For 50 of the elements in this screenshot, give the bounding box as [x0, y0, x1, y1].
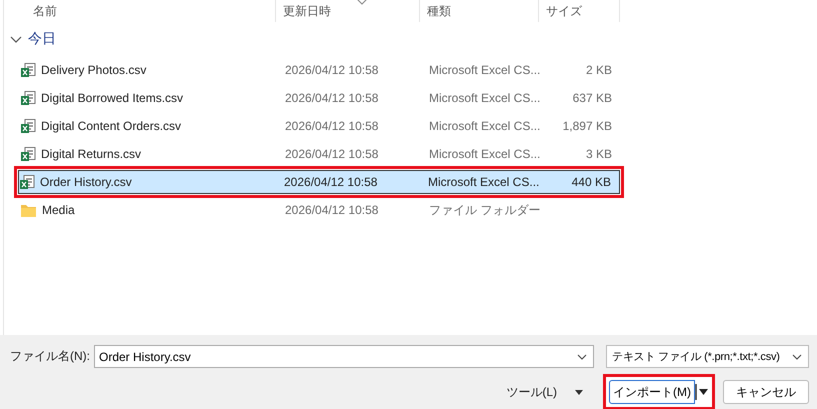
- file-type: Microsoft Excel CS...: [427, 175, 536, 189]
- import-button[interactable]: インポート(M): [609, 380, 695, 404]
- tools-menu[interactable]: ツール(L): [506, 384, 557, 400]
- file-name: Digital Returns.csv: [41, 147, 142, 161]
- cancel-button[interactable]: キャンセル: [723, 380, 809, 404]
- modified-date: 2026/04/12 10:58: [284, 91, 380, 105]
- file-name: Order History.csv: [40, 175, 132, 189]
- file-size: 3 KB: [584, 147, 613, 161]
- modified-date: 2026/04/12 10:58: [284, 63, 380, 77]
- modified-date: 2026/04/12 10:58: [284, 119, 380, 133]
- file-type-dropdown[interactable]: テキスト ファイル (*.prn;*.txt;*.csv): [606, 345, 809, 368]
- modified-date: 2026/04/12 10:58: [283, 175, 378, 189]
- file-name: Digital Content Orders.csv: [41, 119, 182, 133]
- spreadsheet-file-icon: [19, 174, 35, 190]
- file-type: Microsoft Excel CS...: [428, 147, 537, 161]
- filename-label: ファイル名(N):: [10, 348, 90, 365]
- column-header[interactable]: 名前: [4, 0, 276, 22]
- file-row[interactable]: Digital Content Orders.csv 2026/04/12 10:58 Microsoft Excel CS... 1,897 KB: [18, 114, 620, 138]
- spreadsheet-file-icon: [20, 118, 36, 134]
- folder-icon: [20, 202, 37, 218]
- dropdown-caret-icon[interactable]: [792, 354, 802, 360]
- modified-date: 2026/04/12 10:58: [284, 203, 380, 217]
- filename-field[interactable]: Order History.csv: [94, 345, 594, 368]
- file-size: 2 KB: [584, 63, 613, 77]
- column-header[interactable]: 種類: [420, 0, 539, 22]
- file-type: Microsoft Excel CS...: [428, 63, 537, 77]
- file-name: Delivery Photos.csv: [41, 63, 146, 77]
- file-type: ファイル フォルダー: [428, 202, 537, 218]
- file-name: Digital Borrowed Items.csv: [41, 91, 184, 105]
- group-label: 今日: [28, 30, 56, 48]
- file-row[interactable]: Digital Returns.csv 2026/04/12 10:58 Microsoft Excel CS... 3 KB: [18, 142, 620, 166]
- modified-date: 2026/04/12 10:58: [284, 147, 380, 161]
- file-name: Media: [42, 203, 75, 217]
- spreadsheet-file-icon: [20, 146, 36, 162]
- file-row[interactable]: Delivery Photos.csv 2026/04/12 10:58 Microsoft Excel CS... 2 KB: [18, 58, 620, 82]
- file-row[interactable]: Media 2026/04/12 10:58 ファイル フォルダー: [18, 198, 620, 222]
- split-dropdown-icon[interactable]: [695, 381, 709, 403]
- sort-caret-icon: [356, 0, 368, 5]
- file-row[interactable]: Digital Borrowed Items.csv 2026/04/12 10:58 Microsoft Excel CS... 637 KB: [18, 86, 620, 110]
- file-size: 1,897 KB: [562, 119, 613, 133]
- spreadsheet-file-icon: [20, 90, 36, 106]
- file-size: 440 KB: [570, 175, 612, 189]
- dropdown-caret-icon[interactable]: [577, 354, 587, 360]
- file-type: Microsoft Excel CS...: [428, 91, 537, 105]
- file-size: 637 KB: [572, 91, 613, 105]
- spreadsheet-file-icon: [20, 62, 36, 78]
- dropdown-caret-icon[interactable]: [575, 390, 583, 394]
- file-type: Microsoft Excel CS...: [428, 119, 537, 133]
- column-header[interactable]: 更新日時: [276, 0, 420, 22]
- column-header[interactable]: サイズ: [539, 0, 620, 22]
